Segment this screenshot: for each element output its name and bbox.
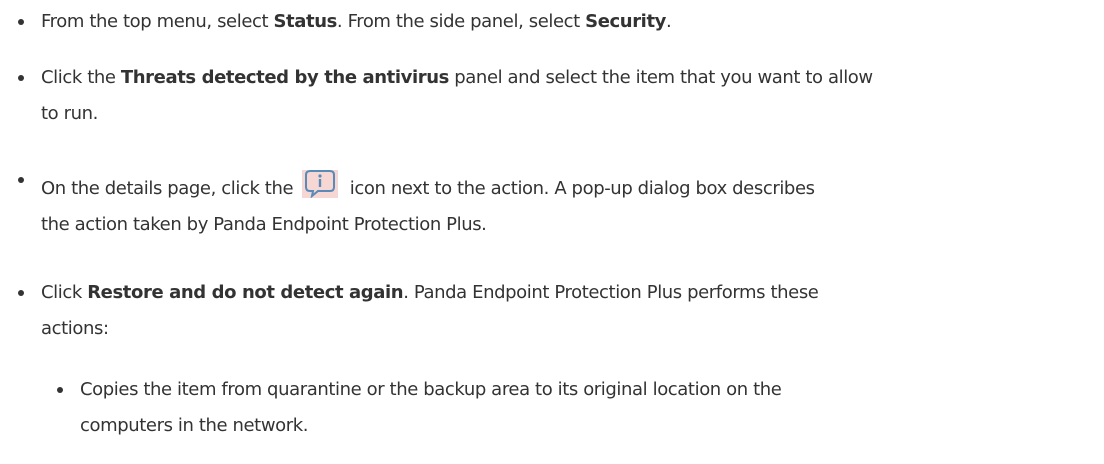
- restore-option-name: Restore and do not detect again: [87, 282, 404, 303]
- step-2-part: panel and select the item that you want …: [448, 67, 873, 88]
- step-3-part: icon next to the action. A pop-up dialog…: [344, 178, 815, 199]
- bullet: [18, 19, 24, 25]
- status-menu-name: Status: [273, 11, 337, 32]
- substep-1-part: Copies the item from quarantine or the b…: [80, 379, 782, 400]
- bullet: [18, 177, 24, 183]
- instruction-document: From the top menu, select Status. From t…: [0, 0, 1104, 464]
- bullet: [57, 387, 63, 393]
- step-1-part: . From the side panel, select: [336, 11, 586, 32]
- step-4-part: Click: [41, 282, 88, 303]
- security-panel-name: Security: [585, 11, 666, 32]
- substep-1-part: computers in the network.: [80, 415, 309, 436]
- step-3-part: the action taken by Panda Endpoint Prote…: [41, 214, 487, 235]
- step-1-part: From the top menu, select: [41, 11, 274, 32]
- bullet: [18, 290, 24, 296]
- step-1-part: .: [665, 11, 672, 32]
- step-4-part: actions:: [41, 318, 109, 339]
- step-2-part: to run.: [41, 103, 98, 124]
- threats-panel-name: Threats detected by the antivirus: [120, 67, 449, 88]
- step-2-text: Click the Threats detected by the antivi…: [41, 60, 1091, 132]
- step-3-part: On the details page, click the: [41, 178, 299, 199]
- info-icon: [302, 170, 339, 198]
- step-1-text: From the top menu, select Status. From t…: [41, 4, 1091, 40]
- step-4-text: Click Restore and do not detect again. P…: [41, 275, 1091, 347]
- step-4-part: . Panda Endpoint Protection Plus perform…: [403, 282, 819, 303]
- step-2-part: Click the: [41, 67, 121, 88]
- substep-1-text: Copies the item from quarantine or the b…: [80, 372, 1090, 444]
- step-3-text: On the details page, click the icon next…: [41, 170, 1091, 243]
- bullet: [18, 75, 24, 81]
